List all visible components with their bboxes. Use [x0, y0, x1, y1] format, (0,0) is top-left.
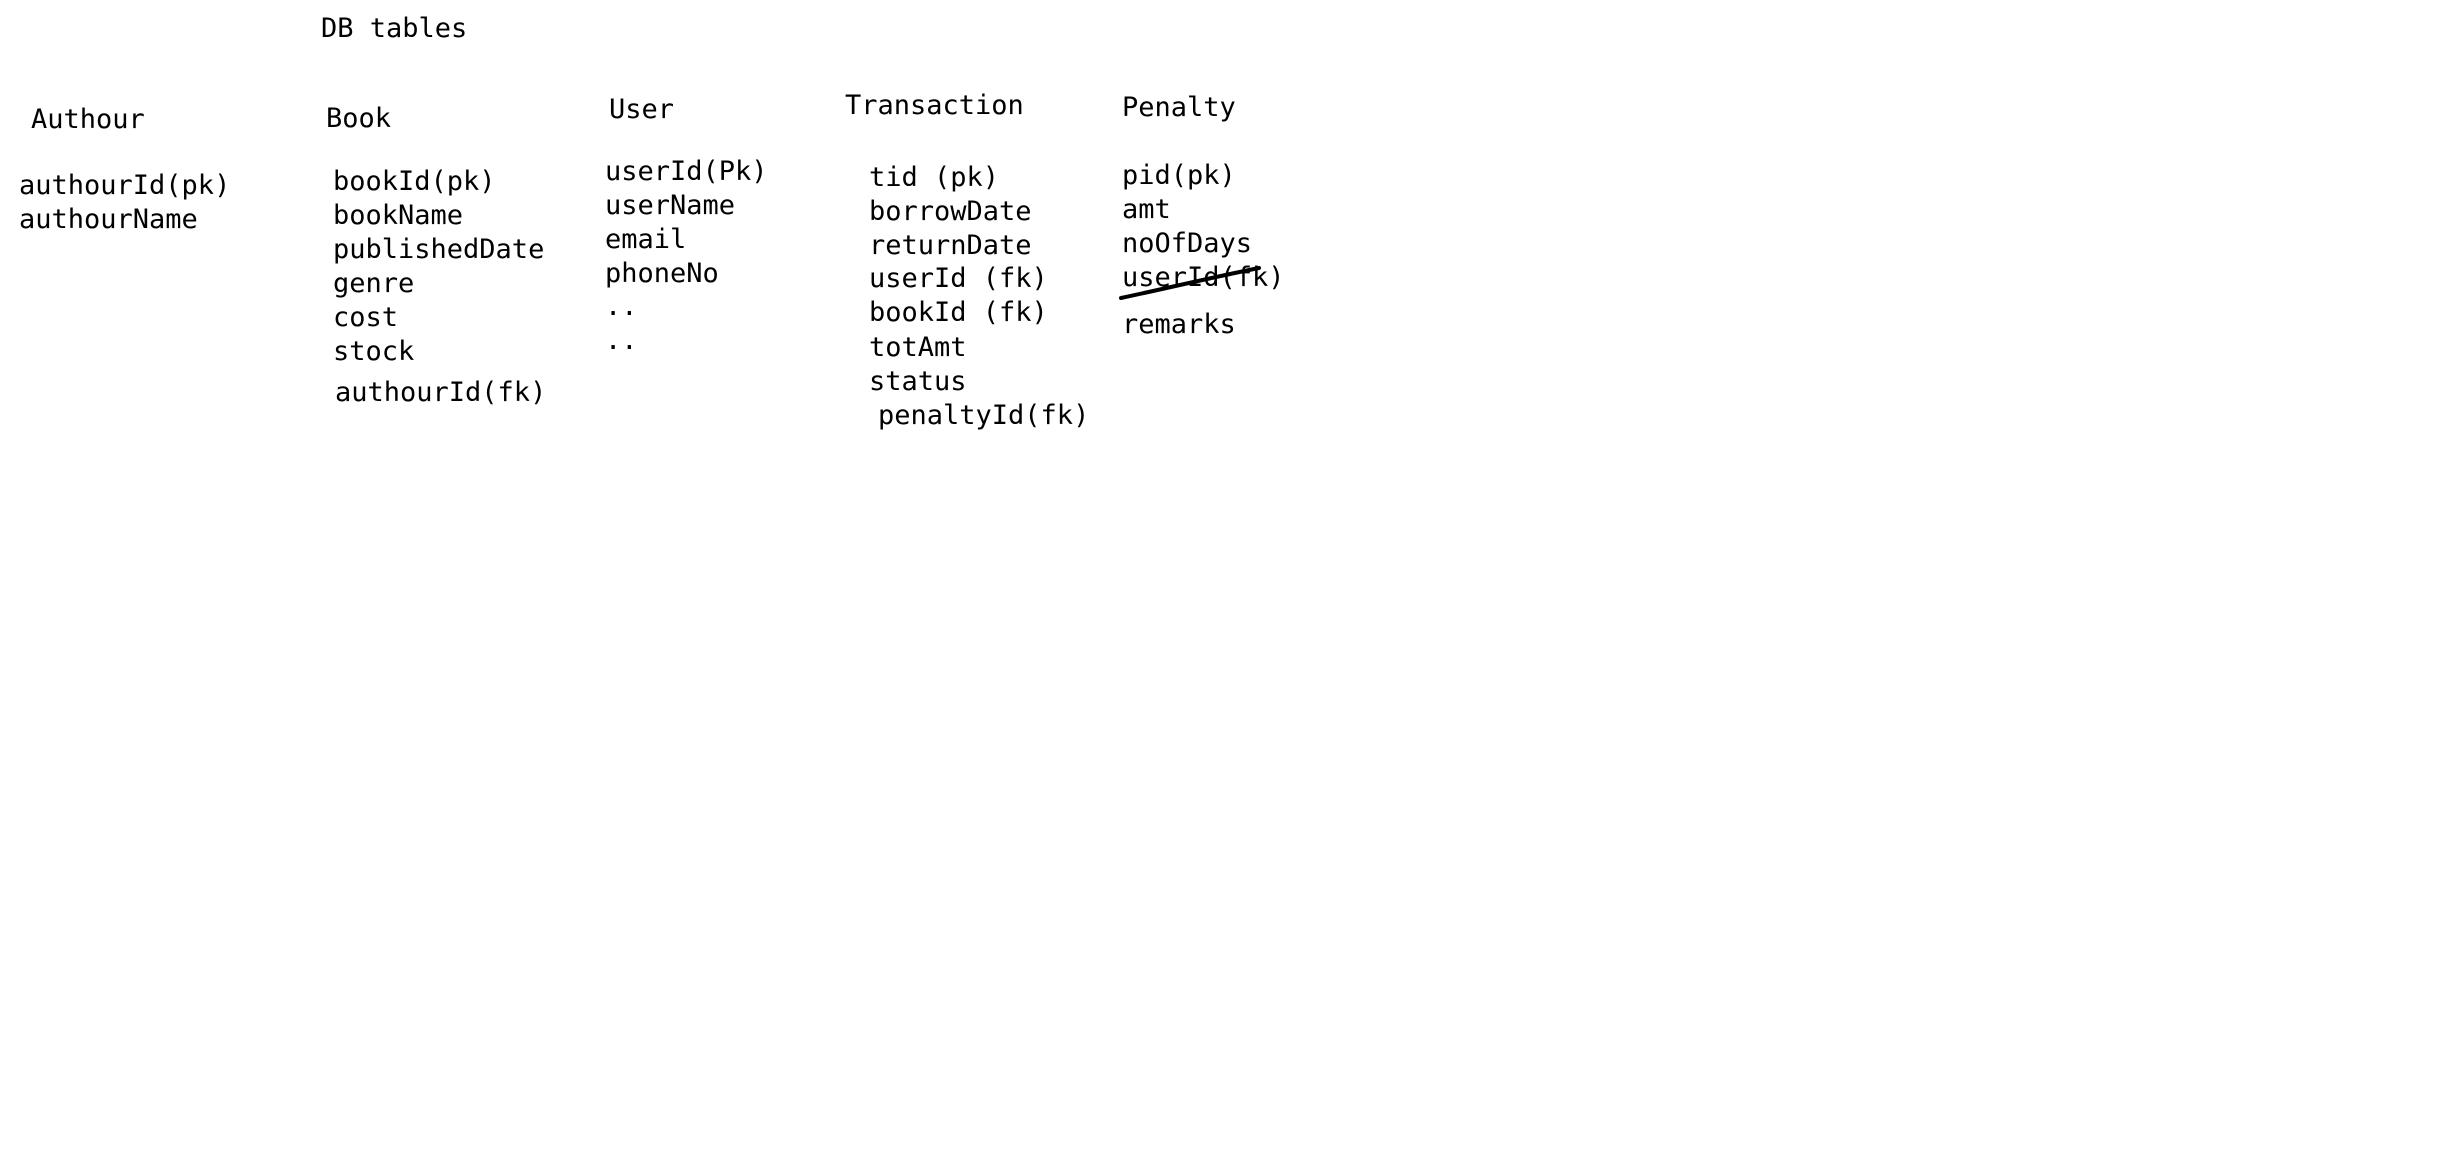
field-bookname: bookName — [333, 200, 464, 231]
field-ellipsis-1: .. — [605, 291, 638, 322]
field-stock: stock — [333, 336, 415, 367]
table-name-user: User — [609, 94, 675, 125]
field-publisheddate: publishedDate — [333, 234, 545, 265]
diagram-title: DB tables — [321, 13, 468, 44]
field-tid: tid (pk) — [869, 162, 1000, 193]
field-noofdays: noOfDays — [1122, 228, 1253, 259]
field-username: userName — [605, 190, 736, 221]
field-penaltyid-fk: penaltyId(fk) — [878, 400, 1090, 431]
field-penalty-userid-fk-struck: userId(fk) — [1122, 262, 1285, 293]
field-email: email — [605, 224, 687, 255]
field-book-authourid-fk: authourId(fk) — [335, 377, 547, 408]
field-returndate: returnDate — [869, 230, 1032, 261]
field-pid: pid(pk) — [1122, 160, 1236, 191]
field-transaction-bookid-fk: bookId (fk) — [869, 297, 1048, 328]
field-totamt: totAmt — [869, 332, 967, 363]
field-userid: userId(Pk) — [605, 156, 768, 187]
field-remarks: remarks — [1122, 309, 1236, 340]
field-status: status — [869, 366, 967, 397]
table-name-authour: Authour — [31, 104, 145, 135]
table-name-transaction: Transaction — [845, 90, 1024, 121]
field-borrowdate: borrowDate — [869, 196, 1032, 227]
field-authourname: authourName — [19, 204, 198, 235]
field-phoneno: phoneNo — [605, 258, 719, 289]
table-name-penalty: Penalty — [1122, 92, 1236, 123]
field-ellipsis-2: .. — [605, 325, 638, 356]
field-amt: amt — [1122, 194, 1171, 225]
table-name-book: Book — [326, 103, 392, 134]
field-authourid: authourId(pk) — [19, 170, 231, 201]
field-cost: cost — [333, 302, 399, 333]
field-genre: genre — [333, 268, 415, 299]
field-bookid: bookId(pk) — [333, 166, 496, 197]
field-transaction-userid-fk: userId (fk) — [869, 263, 1048, 294]
